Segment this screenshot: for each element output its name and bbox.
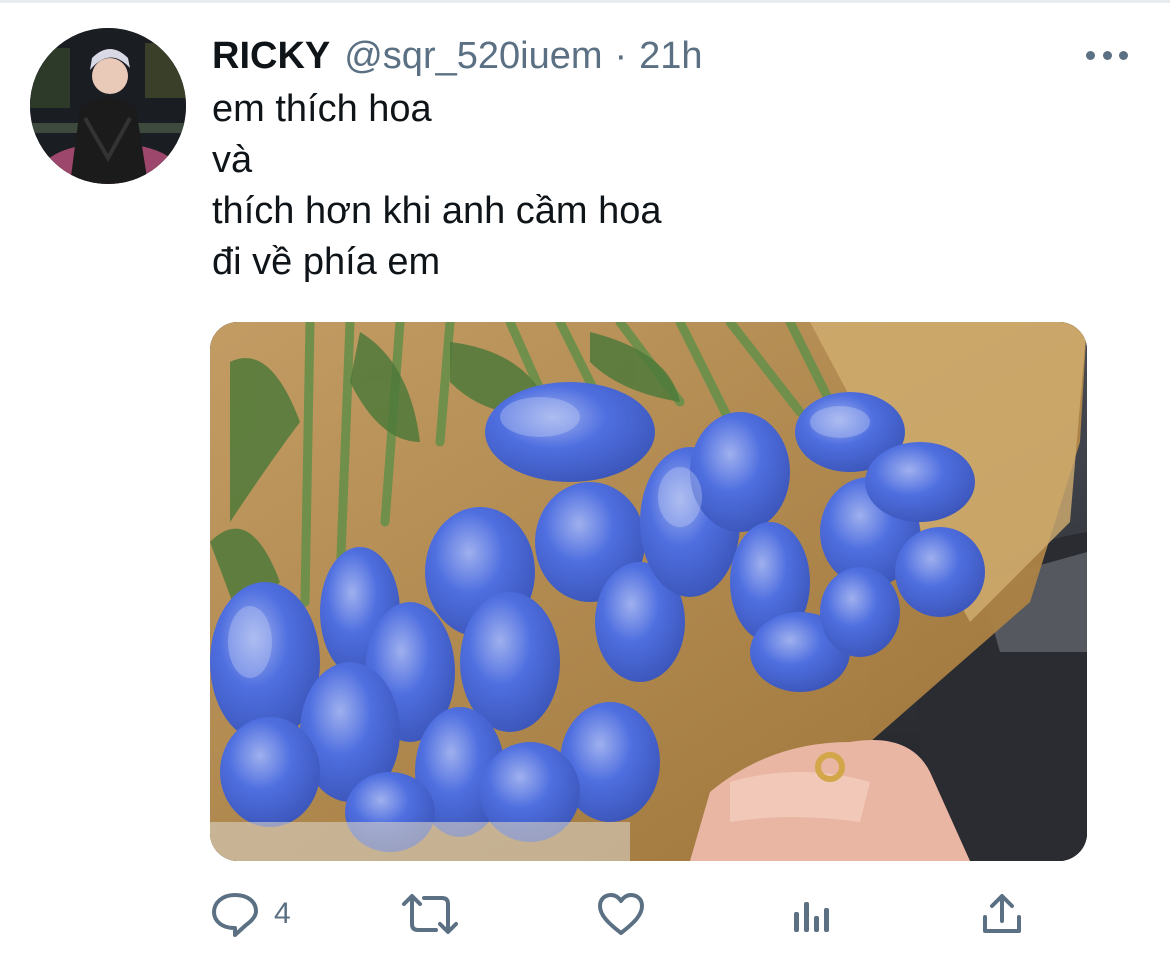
tweet-actions: 4 [210,886,1040,942]
tweet-header: RICKY @sqr_520iuem · 21h [212,30,703,82]
heart-icon [598,893,644,935]
retweet-button[interactable] [400,886,460,942]
tweet-text-line: và [212,139,253,181]
top-divider [0,0,1170,3]
like-button[interactable] [596,886,646,942]
reply-count: 4 [274,897,291,930]
author-handle[interactable]: @sqr_520iuem [344,35,602,78]
tweet-text-line: em thích hoa [212,88,432,130]
more-dot [1086,50,1095,60]
analytics-button[interactable] [790,886,834,942]
avatar[interactable] [30,28,186,184]
tweet-text: em thích hoa và thích hơn khi anh cầm ho… [212,84,1112,288]
more-dot [1102,50,1112,60]
share-button[interactable] [980,886,1024,942]
reply-icon [212,893,258,937]
reply-button[interactable]: 4 [210,886,291,942]
share-icon [983,894,1021,933]
timestamp[interactable]: 21h [639,35,702,78]
more-dot [1119,50,1128,60]
retweet-icon [402,894,458,934]
separator-dot: · [614,34,628,77]
tweet-text-line: đi về phía em [212,241,441,283]
more-options-icon[interactable] [1086,40,1128,70]
analytics-icon [794,902,829,932]
tweet-text-line: thích hơn khi anh cầm hoa [212,190,662,232]
tweet-photo[interactable] [210,322,1087,861]
author-name[interactable]: RICKY [212,35,330,78]
